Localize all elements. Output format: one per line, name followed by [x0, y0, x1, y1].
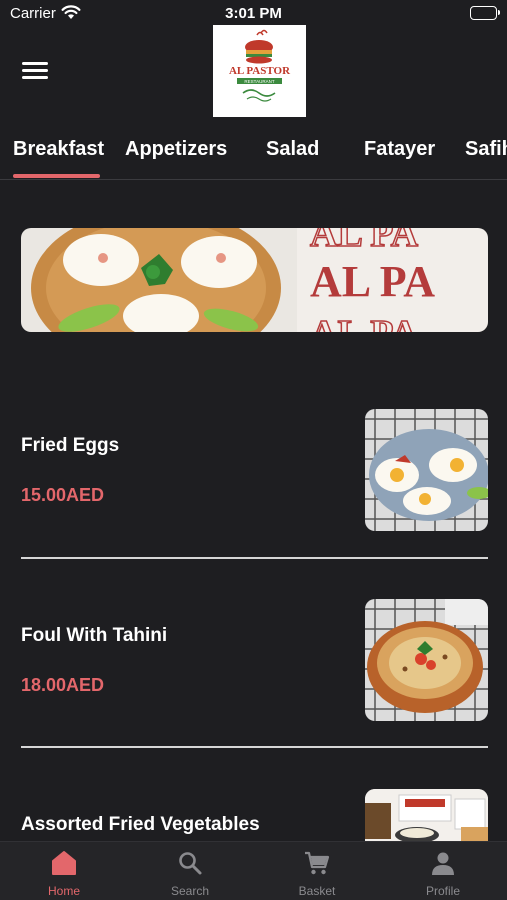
banner-text-row-3: AL PA — [310, 313, 419, 332]
tab-salad[interactable]: Salad — [266, 138, 319, 161]
item-divider — [21, 557, 488, 559]
nav-basket[interactable]: Basket — [254, 842, 380, 900]
menu-line — [22, 76, 48, 79]
tab-appetizers[interactable]: Appetizers — [125, 138, 227, 161]
promo-banner[interactable]: AL PA AL PA AL PA — [21, 228, 488, 332]
bottom-navigation: Home Search Basket Profile — [0, 841, 507, 900]
item-name: Assorted Fried Vegetables — [21, 814, 260, 835]
nav-profile[interactable]: Profile — [380, 842, 506, 900]
item-price: 18.00AED — [21, 675, 105, 695]
tab-safih[interactable]: Safih — [465, 138, 507, 161]
tab-fatayer[interactable]: Fatayer — [364, 138, 435, 161]
battery-icon — [470, 6, 500, 20]
status-time: 3:01 PM — [225, 5, 282, 22]
item-image-fried-eggs — [365, 409, 488, 531]
logo-subtitle: RESTAURANT — [244, 79, 274, 84]
nav-home-label: Home — [47, 884, 80, 898]
cart-icon — [304, 850, 330, 881]
home-icon — [51, 850, 77, 881]
restaurant-logo: AL PASTOR RESTAURANT — [213, 25, 306, 117]
item-price: 15.00AED — [21, 485, 105, 505]
menu-item-assorted-fried-vegetables[interactable]: Assorted Fried Vegetables — [21, 789, 488, 841]
item-divider — [21, 746, 488, 748]
banner-text-row-1: AL PA — [310, 228, 419, 255]
menu-line — [22, 62, 48, 65]
item-name: Fried Eggs — [21, 435, 120, 456]
active-tab-indicator — [13, 174, 100, 178]
hamburger-menu-button[interactable] — [22, 62, 48, 82]
nav-profile-label: Profile — [425, 884, 460, 898]
item-name: Foul With Tahini — [21, 625, 168, 646]
nav-home[interactable]: Home — [1, 842, 127, 900]
status-bar: Carrier 3:01 PM — [0, 0, 507, 28]
tab-breakfast[interactable]: Breakfast — [13, 138, 104, 161]
menu-item-foul-with-tahini[interactable]: Foul With Tahini 18.00AED — [21, 599, 488, 729]
category-tabs: Breakfast Appetizers Salad Fatayer Safih — [0, 128, 507, 180]
menu-line — [22, 69, 48, 72]
nav-search[interactable]: Search — [127, 842, 253, 900]
item-image-assorted-fried-vegetables — [365, 789, 488, 841]
item-image-foul-with-tahini — [365, 599, 488, 721]
profile-icon — [430, 850, 456, 881]
menu-item-fried-eggs[interactable]: Fried Eggs 15.00AED — [21, 409, 488, 539]
logo-title: AL PASTOR — [229, 65, 291, 77]
nav-basket-label: Basket — [298, 884, 336, 898]
nav-search-label: Search — [170, 884, 210, 898]
banner-text-row-2: AL PA — [310, 257, 435, 306]
search-icon — [177, 850, 203, 881]
